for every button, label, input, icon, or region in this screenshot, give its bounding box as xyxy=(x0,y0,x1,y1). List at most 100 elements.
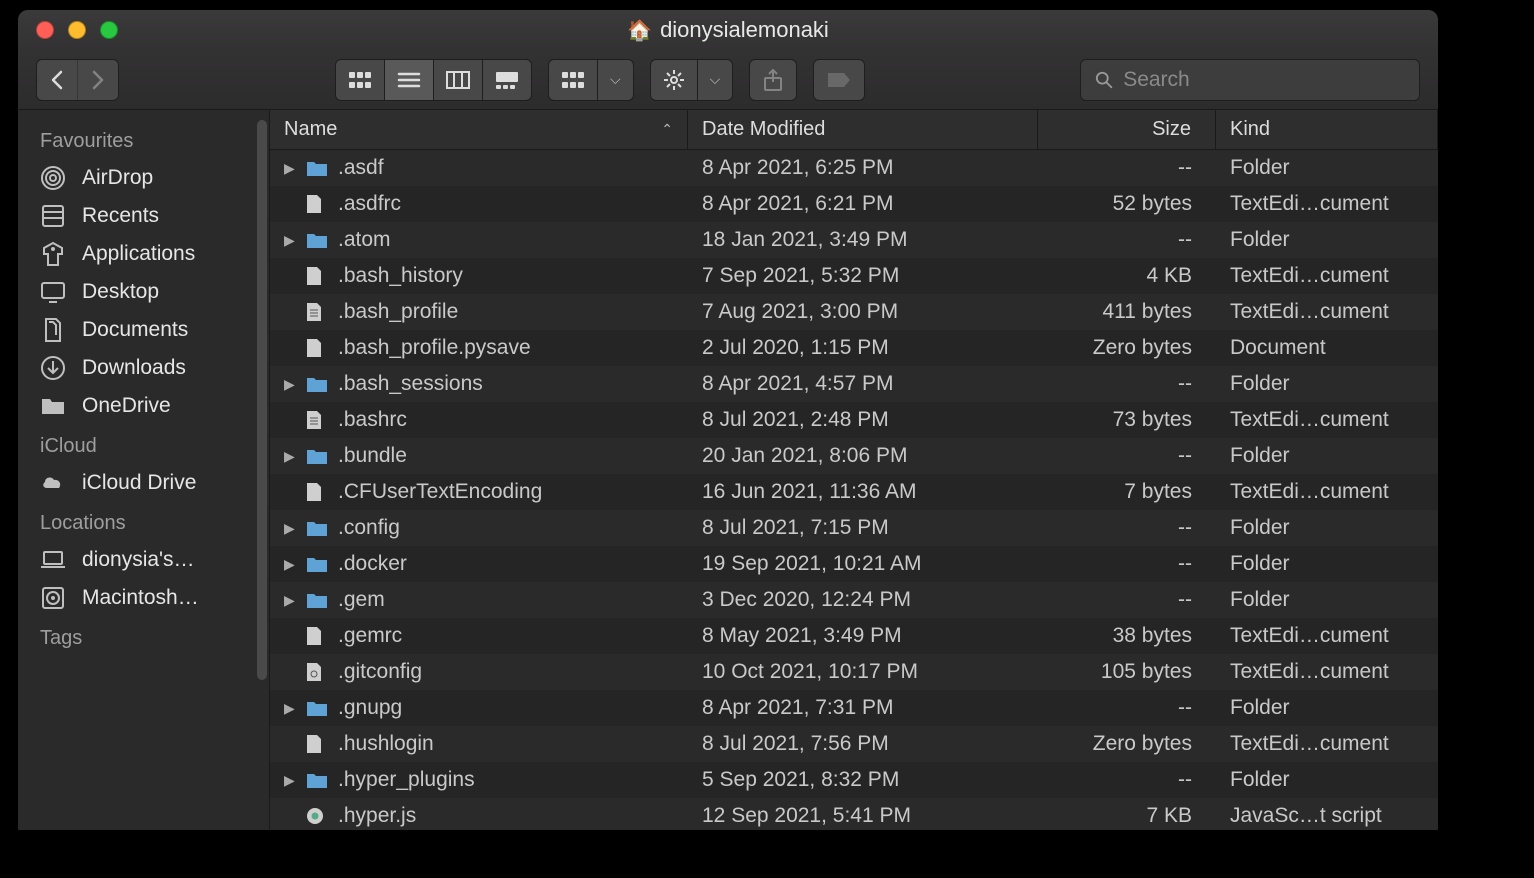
back-button[interactable] xyxy=(37,60,77,100)
sidebar-item-dionysias[interactable]: dionysia's… xyxy=(18,541,269,579)
file-kind: Folder xyxy=(1216,768,1438,792)
titlebar[interactable]: 🏠 dionysialemonaki xyxy=(18,10,1438,50)
disclosure-triangle[interactable]: ▶ xyxy=(284,232,298,249)
file-row[interactable]: ▶.gnupg8 Apr 2021, 7:31 PM--Folder xyxy=(270,690,1438,726)
file-date: 7 Aug 2021, 3:00 PM xyxy=(688,300,1038,324)
sidebar-item-onedrive[interactable]: OneDrive xyxy=(18,387,269,425)
column-kind[interactable]: Kind xyxy=(1216,110,1438,149)
file-row[interactable]: ▶.atom18 Jan 2021, 3:49 PM--Folder xyxy=(270,222,1438,258)
file-row[interactable]: ▶.gem3 Dec 2020, 12:24 PM--Folder xyxy=(270,582,1438,618)
file-row[interactable]: .hushlogin8 Jul 2021, 7:56 PMZero bytesT… xyxy=(270,726,1438,762)
file-size: -- xyxy=(1038,444,1216,468)
forward-button[interactable] xyxy=(77,60,118,100)
group-icon[interactable] xyxy=(549,60,597,100)
column-headers: Name ⌃ Date Modified Size Kind xyxy=(270,110,1438,150)
file-name: .hyper_plugins xyxy=(338,768,475,792)
sidebar-item-iclouddrive[interactable]: iCloud Drive xyxy=(18,464,269,502)
disclosure-triangle[interactable]: ▶ xyxy=(284,556,298,573)
sidebar-scrollbar[interactable] xyxy=(257,120,267,680)
file-name: .docker xyxy=(338,552,407,576)
file-date: 8 Jul 2021, 7:56 PM xyxy=(688,732,1038,756)
file-size: 4 KB xyxy=(1038,264,1216,288)
file-row[interactable]: .hyper.js12 Sep 2021, 5:41 PM7 KBJavaSc…… xyxy=(270,798,1438,830)
action-dropdown[interactable]: ⌵ xyxy=(697,60,733,100)
icon-view-button[interactable] xyxy=(336,60,384,100)
file-kind: TextEdi…cument xyxy=(1216,264,1438,288)
sidebar: FavouritesAirDropRecentsApplicationsDesk… xyxy=(18,110,270,830)
disclosure-triangle[interactable]: ▶ xyxy=(284,160,298,177)
file-row[interactable]: ▶.bundle20 Jan 2021, 8:06 PM--Folder xyxy=(270,438,1438,474)
column-name[interactable]: Name ⌃ xyxy=(270,110,688,149)
home-icon: 🏠 xyxy=(627,18,652,43)
file-row[interactable]: ▶.docker19 Sep 2021, 10:21 AM--Folder xyxy=(270,546,1438,582)
file-size: -- xyxy=(1038,228,1216,252)
action-button[interactable]: ⌵ xyxy=(650,59,734,101)
file-row[interactable]: .gemrc8 May 2021, 3:49 PM38 bytesTextEdi… xyxy=(270,618,1438,654)
file-kind: Folder xyxy=(1216,552,1438,576)
file-row[interactable]: .CFUserTextEncoding16 Jun 2021, 11:36 AM… xyxy=(270,474,1438,510)
file-row[interactable]: .gitconfig10 Oct 2021, 10:17 PM105 bytes… xyxy=(270,654,1438,690)
file-size: 7 bytes xyxy=(1038,480,1216,504)
file-list: Name ⌃ Date Modified Size Kind ▶.asdf8 A… xyxy=(270,110,1438,830)
folder-icon xyxy=(306,447,330,465)
file-size: 411 bytes xyxy=(1038,300,1216,324)
file-kind: TextEdi…cument xyxy=(1216,624,1438,648)
file-size: 73 bytes xyxy=(1038,408,1216,432)
sidebar-item-applications[interactable]: Applications xyxy=(18,235,269,273)
disclosure-triangle[interactable]: ▶ xyxy=(284,376,298,393)
group-dropdown[interactable]: ⌵ xyxy=(597,60,633,100)
file-date: 18 Jan 2021, 3:49 PM xyxy=(688,228,1038,252)
desktop-icon xyxy=(40,279,68,305)
disclosure-triangle[interactable]: ▶ xyxy=(284,592,298,609)
file-name: .gnupg xyxy=(338,696,402,720)
file-icon xyxy=(306,266,330,286)
file-row[interactable]: .bash_history7 Sep 2021, 5:32 PM4 KBText… xyxy=(270,258,1438,294)
file-row[interactable]: ▶.bash_sessions8 Apr 2021, 4:57 PM--Fold… xyxy=(270,366,1438,402)
group-button[interactable]: ⌵ xyxy=(548,59,634,101)
search-field[interactable] xyxy=(1080,59,1420,101)
gear-icon[interactable] xyxy=(651,60,697,100)
file-kind: Document xyxy=(1216,336,1438,360)
gallery-view-button[interactable] xyxy=(482,60,531,100)
disclosure-triangle[interactable]: ▶ xyxy=(284,448,298,465)
share-button[interactable] xyxy=(749,59,797,101)
sidebar-item-recents[interactable]: Recents xyxy=(18,197,269,235)
file-date: 16 Jun 2021, 11:36 AM xyxy=(688,480,1038,504)
column-size[interactable]: Size xyxy=(1038,110,1216,149)
disclosure-triangle[interactable]: ▶ xyxy=(284,772,298,789)
sidebar-item-desktop[interactable]: Desktop xyxy=(18,273,269,311)
share-icon[interactable] xyxy=(750,60,796,100)
tags-button[interactable] xyxy=(813,59,865,101)
sidebar-item-airdrop[interactable]: AirDrop xyxy=(18,159,269,197)
sidebar-item-label: Downloads xyxy=(82,356,186,380)
file-row[interactable]: .asdfrc8 Apr 2021, 6:21 PM52 bytesTextEd… xyxy=(270,186,1438,222)
file-row[interactable]: ▶.hyper_plugins5 Sep 2021, 8:32 PM--Fold… xyxy=(270,762,1438,798)
column-view-button[interactable] xyxy=(433,60,482,100)
sidebar-item-documents[interactable]: Documents xyxy=(18,311,269,349)
disclosure-triangle[interactable]: ▶ xyxy=(284,520,298,537)
sidebar-item-label: Applications xyxy=(82,242,195,266)
search-input[interactable] xyxy=(1123,68,1405,92)
sidebar-section-icloud: iCloud xyxy=(18,425,269,464)
file-row[interactable]: .bash_profile.pysave2 Jul 2020, 1:15 PMZ… xyxy=(270,330,1438,366)
sidebar-item-label: dionysia's… xyxy=(82,548,195,572)
file-kind: Folder xyxy=(1216,444,1438,468)
list-view-button[interactable] xyxy=(384,60,433,100)
sort-indicator: ⌃ xyxy=(661,121,673,138)
file-row[interactable]: .bashrc8 Jul 2021, 2:48 PM73 bytesTextEd… xyxy=(270,402,1438,438)
window-title: 🏠 dionysialemonaki xyxy=(18,17,1438,43)
file-size: -- xyxy=(1038,696,1216,720)
file-row[interactable]: ▶.asdf8 Apr 2021, 6:25 PM--Folder xyxy=(270,150,1438,186)
tag-icon[interactable] xyxy=(814,60,864,100)
file-kind: Folder xyxy=(1216,588,1438,612)
disk-icon xyxy=(40,585,68,611)
disclosure-triangle[interactable]: ▶ xyxy=(284,700,298,717)
sidebar-item-downloads[interactable]: Downloads xyxy=(18,349,269,387)
sidebar-item-macintosh[interactable]: Macintosh… xyxy=(18,579,269,617)
column-date[interactable]: Date Modified xyxy=(688,110,1038,149)
file-row[interactable]: ▶.config8 Jul 2021, 7:15 PM--Folder xyxy=(270,510,1438,546)
file-name: .config xyxy=(338,516,400,540)
file-size: -- xyxy=(1038,552,1216,576)
sidebar-section-locations: Locations xyxy=(18,502,269,541)
file-row[interactable]: .bash_profile7 Aug 2021, 3:00 PM411 byte… xyxy=(270,294,1438,330)
